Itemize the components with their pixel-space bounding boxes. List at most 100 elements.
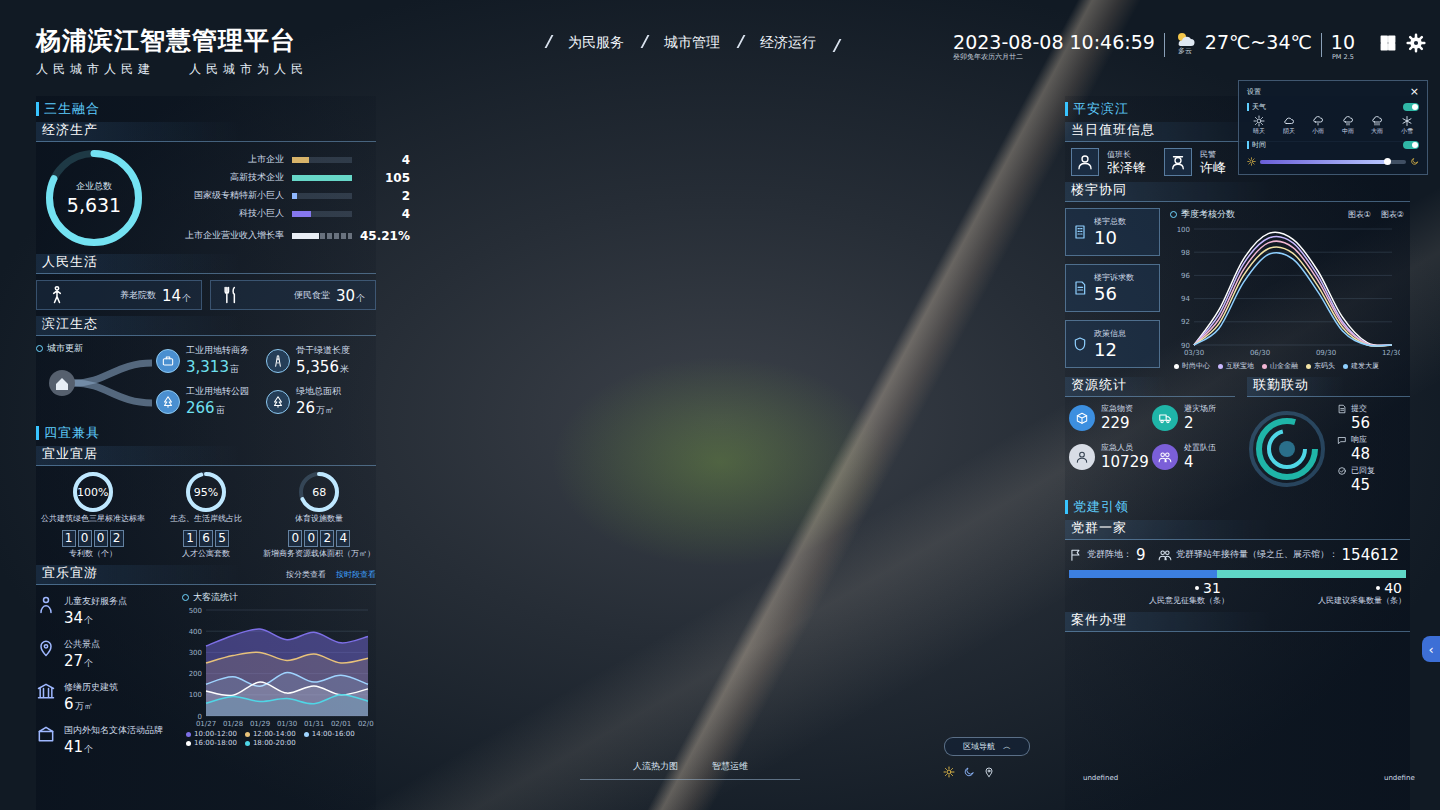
stat-label: 楼宇诉求数 <box>1094 272 1134 283</box>
suggestion-labels: 人民意见征集数（条）人民建议采集数量（条） <box>1065 596 1410 606</box>
duty-name: 许峰 <box>1200 160 1226 176</box>
series-area <box>206 682 368 716</box>
map-tab[interactable]: 人流热力图 <box>633 760 678 773</box>
ring-center: 95% <box>186 472 226 512</box>
nav-tab[interactable]: 为民服务 <box>548 31 644 52</box>
divider <box>1321 33 1322 57</box>
linkage-list: 提交56响应48已回复45 <box>1337 403 1375 494</box>
toggle[interactable] <box>1403 103 1419 111</box>
road-icon <box>271 354 285 368</box>
eco-text: 工业用地转公园266亩 <box>186 386 249 417</box>
view-tab[interactable]: 按分类查看 <box>286 569 326 581</box>
digit: 5 <box>215 530 229 547</box>
eco-icon-circle <box>266 390 290 414</box>
cop-icon <box>1169 153 1187 171</box>
legend-label: 东码头 <box>1314 361 1335 371</box>
stat-card: 楼宇总数10 <box>1065 208 1160 256</box>
digit: 0 <box>304 530 318 547</box>
series-line <box>206 695 368 704</box>
fun-item: 修缮历史建筑6万㎡ <box>36 677 176 720</box>
weather-option[interactable]: 晴天 <box>1253 115 1265 135</box>
region-nav-label: 区域导航 <box>963 741 995 752</box>
group-title: 党建引领 <box>1065 500 1410 514</box>
value: 3,313 <box>186 358 229 376</box>
x-tick: 02/02 <box>358 720 374 728</box>
ring-center: 68 <box>299 472 339 512</box>
stat-label: 政策信息 <box>1094 328 1126 339</box>
view-tab[interactable]: 按时段查看 <box>336 569 376 581</box>
weather-option[interactable]: 大雨 <box>1371 115 1383 135</box>
map-area <box>376 96 1065 810</box>
apps-button[interactable] <box>1379 31 1397 56</box>
linkage-label: 提交 <box>1351 403 1367 414</box>
datetime: 2023-08-08 10:46:59 <box>953 31 1155 53</box>
popover-title: 设置 <box>1247 87 1261 97</box>
bar-track <box>292 211 352 217</box>
group-title: 三生融合 <box>36 102 376 116</box>
close-button[interactable]: × <box>1410 86 1419 97</box>
weather-option-label: 中雨 <box>1342 128 1354 135</box>
x-tick: 01/31 <box>304 720 324 728</box>
chart-tab[interactable]: 图表② <box>1381 209 1404 221</box>
child-icon <box>36 595 56 615</box>
section-header: 联勤联动 <box>1247 377 1410 397</box>
right-panel: 平安滨江当日值班信息值班长张泽锋民警许峰楼宇协同楼宇总数10楼宇诉求数56政策信… <box>1065 96 1410 810</box>
duty-icon-box <box>1164 148 1192 176</box>
cloud-icon <box>1283 115 1295 127</box>
slider-track[interactable] <box>1260 160 1406 164</box>
duty-icon-box <box>1071 148 1099 176</box>
linkage-label: 已回复 <box>1351 465 1375 476</box>
resource-value: 4 <box>1184 453 1216 471</box>
legend-item: 14:00-16:00 <box>304 730 355 738</box>
nav-tab[interactable]: 城市管理 <box>644 31 740 52</box>
slider-knob[interactable] <box>1384 158 1391 165</box>
chart-legend: 10:00-12:0012:00-14:0014:00-16:0016:00-1… <box>182 730 376 747</box>
weather-option[interactable]: 小雨 <box>1312 115 1324 135</box>
slogans: 人民城市人民建人民城市为人民 <box>36 61 548 78</box>
settings-button[interactable] <box>1406 31 1426 57</box>
digit: 0 <box>288 530 302 547</box>
eco-block: 城市更新工业用地转商务3,313亩骨干绿道长度5,356米工业用地转公园266亩… <box>36 342 376 420</box>
legend-dot <box>1262 364 1267 369</box>
chart-tab[interactable]: 图表① <box>1348 209 1371 221</box>
time-row: 时间 <box>1247 141 1419 149</box>
resource-item: 应急物资229 <box>1069 403 1152 432</box>
eco-item: 绿地总面积26万㎡ <box>266 386 376 417</box>
legend-label: 16:00-18:00 <box>194 739 237 747</box>
life-card: 养老院数14个 <box>36 280 202 310</box>
temple-icon <box>36 681 56 701</box>
weather-option[interactable]: 中雨 <box>1342 115 1354 135</box>
weather-option[interactable]: 小雪 <box>1401 115 1413 135</box>
eco-label: 骨干绿道长度 <box>296 345 350 357</box>
side-toggle[interactable]: ‹ <box>1422 636 1440 662</box>
section-title: 宜业宜居 <box>42 446 98 462</box>
section-title: 案件办理 <box>1071 612 1127 628</box>
toggle[interactable] <box>1403 141 1419 149</box>
grid-line <box>1194 345 1392 346</box>
eco-text: 工业用地转商务3,313亩 <box>186 345 249 376</box>
stat-value: 56 <box>1094 283 1134 304</box>
weather-option[interactable]: 阴天 <box>1283 115 1295 135</box>
x-tick: 01/29 <box>250 720 270 728</box>
bar-track <box>292 175 352 181</box>
section-header: 党群一家 <box>1065 520 1410 540</box>
unit: 个 <box>182 293 191 303</box>
stat-text: 政策信息12 <box>1094 328 1126 360</box>
resource-text: 避灾场所2 <box>1184 403 1216 432</box>
nav-tab[interactable]: 经济运行 <box>740 31 836 52</box>
weather-option-label: 晴天 <box>1253 128 1265 135</box>
section-header: 宜业宜居 <box>36 446 376 466</box>
map-tab[interactable]: 智慧运维 <box>712 760 748 773</box>
x-tick: 01/30 <box>277 720 297 728</box>
party-value: 154612 <box>1342 546 1399 564</box>
section-title: 宜乐宜游 <box>42 565 98 581</box>
popover-header: 设置 × <box>1247 86 1419 97</box>
digit: 0 <box>94 530 108 547</box>
person-icon <box>47 285 67 305</box>
region-nav-button[interactable]: 区域导航︿ <box>944 737 1030 756</box>
chart-title: 大客流统计 <box>182 591 376 604</box>
counter-label: 新增商务资源载体面积（万㎡） <box>263 549 375 559</box>
legend-dot <box>245 732 250 737</box>
unit: 米 <box>340 364 349 374</box>
stat-label: 楼宇总数 <box>1094 216 1126 227</box>
